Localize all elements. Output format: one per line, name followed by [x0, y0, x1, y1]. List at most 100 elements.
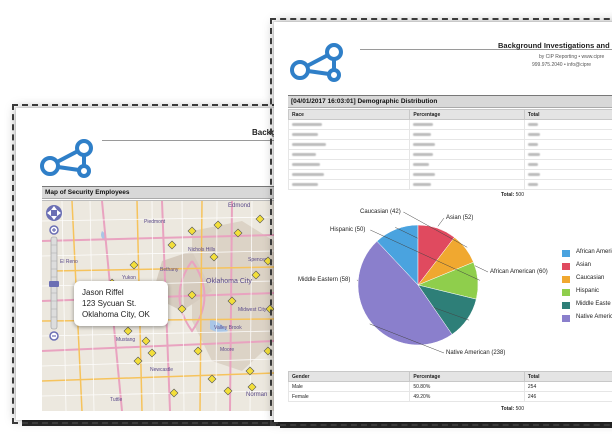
zoom-slider-handle[interactable]: [49, 281, 59, 287]
cip-logo-icon: [288, 42, 346, 84]
report-title: Background Investigations and Lic: [498, 41, 612, 50]
popup-street: 123 Sycuan St.: [82, 299, 137, 308]
map-label-el-reno: El Reno: [60, 259, 78, 265]
demographic-report-page: Background Investigations and Lic by CIP…: [270, 18, 612, 426]
race-cell: [287, 159, 411, 170]
table-row: [287, 169, 612, 180]
race-cell: [287, 129, 411, 140]
map-label-midwest-city: Midwest City: [238, 307, 267, 313]
percentage-cell: 49.20%: [409, 391, 525, 402]
redacted-value: [527, 132, 540, 136]
pie-label-hispanic: Hispanic (50): [330, 227, 366, 233]
legend-swatch: [562, 302, 570, 309]
race-cell: [287, 179, 411, 190]
header-rule: [102, 140, 274, 141]
pie-label-african-american: African American (60): [490, 269, 548, 275]
map-label-tuttle: Tuttle: [110, 397, 123, 403]
employee-info-popup[interactable]: Jason Riffel 123 Sycuan St. Oklahoma Cit…: [74, 281, 168, 326]
percentage-cell: [409, 139, 525, 150]
legend-label: Native Americ: [576, 314, 612, 320]
redacted-value: [527, 142, 538, 146]
map-label-edmond: Edmond: [228, 203, 250, 209]
popup-employee-name: Jason Riffel: [82, 288, 124, 297]
redacted-value: [527, 182, 538, 186]
redacted-value: [292, 142, 326, 146]
pie-leader-line: [437, 217, 445, 227]
zoom-out-icon[interactable]: [49, 331, 59, 341]
redacted-value: [292, 162, 320, 166]
map-label-piedmont: Piedmont: [144, 219, 166, 225]
table-row: [287, 149, 612, 160]
percentage-cell: [409, 159, 525, 170]
gender-total-label: Total:: [501, 406, 515, 412]
report-subtitle-company: by CIP Reporting • www.cipre: [539, 54, 605, 60]
gender-cell: Male: [287, 381, 411, 392]
legend-swatch: [562, 263, 570, 270]
map-label-oklahoma-city: Oklahoma City: [206, 278, 252, 285]
race-cell: [287, 119, 411, 130]
total-cell: [523, 169, 612, 180]
legend-swatch: [562, 315, 570, 322]
legend-label: Middle Easte: [576, 301, 611, 307]
gender-column-header: Gender: [287, 371, 411, 382]
total-column-header: Total: [523, 109, 612, 120]
map-label-nichols-hills: Nichols Hills: [188, 247, 216, 253]
redacted-value: [413, 142, 436, 146]
map-report-page: Backgr Map of Security Employees: [12, 104, 278, 424]
legend-label: African Americ: [576, 249, 612, 255]
pie-label-asian: Asian (52): [446, 215, 474, 221]
redacted-value: [413, 132, 432, 136]
race-total-label: Total:: [501, 192, 515, 198]
percentage-cell: [409, 119, 525, 130]
legend-label: Asian: [576, 262, 592, 268]
percentage-cell: 50.80%: [409, 381, 525, 392]
percentage-cell: [409, 169, 525, 180]
race-cell: [287, 169, 411, 180]
redacted-value: [527, 122, 538, 126]
redacted-value: [292, 132, 318, 136]
redacted-value: [413, 172, 436, 176]
race-table: Race Percentage Total: [287, 109, 612, 190]
report-title: Backgr: [252, 128, 274, 137]
report-subtitle-contact: 999.975.2040 • info@cipre: [532, 62, 592, 68]
total-cell: [523, 179, 612, 190]
redacted-value: [292, 172, 324, 176]
legend-label: Hispanic: [576, 288, 600, 294]
legend-swatch: [562, 276, 570, 283]
race-pie-chart: African American (60) Asian (52) Caucasian…: [288, 202, 612, 367]
legend-label: Caucasian: [576, 275, 605, 281]
table-row: [287, 139, 612, 150]
redacted-value: [413, 182, 432, 186]
race-total: Total: 500: [501, 192, 524, 198]
map-label-norman: Norman: [246, 392, 267, 398]
race-total-value: 500: [515, 192, 524, 198]
race-cell: [287, 139, 411, 150]
total-cell: [523, 149, 612, 160]
map-label-newcastle: Newcastle: [150, 367, 173, 373]
table-row: [287, 179, 612, 190]
total-cell: [523, 139, 612, 150]
race-column-header: Race: [287, 109, 411, 120]
total-cell: 246: [523, 391, 612, 402]
table-row: Male 50.80% 254: [287, 381, 612, 392]
table-row: [287, 119, 612, 130]
redacted-value: [413, 162, 430, 166]
map-label-spencer: Spencer: [248, 257, 267, 263]
pan-control-icon[interactable]: [46, 205, 62, 221]
table-row: [287, 159, 612, 170]
total-cell: [523, 159, 612, 170]
redacted-value: [527, 172, 540, 176]
gender-total: Total: 500: [501, 406, 524, 412]
gender-total-value: 500: [515, 406, 524, 412]
cip-logo-icon: [38, 138, 96, 180]
map-label-valley-brook: Valley Brook: [214, 325, 242, 331]
zoom-in-icon[interactable]: [49, 225, 59, 235]
total-cell: 254: [523, 381, 612, 392]
legend-swatch: [562, 289, 570, 296]
percentage-cell: [409, 179, 525, 190]
redacted-value: [292, 122, 322, 126]
race-cell: [287, 149, 411, 160]
employee-map[interactable]: Edmond Oklahoma City El Reno Yukon Musta…: [42, 200, 274, 411]
redacted-value: [292, 152, 316, 156]
map-label-bethany: Bethany: [160, 267, 179, 273]
